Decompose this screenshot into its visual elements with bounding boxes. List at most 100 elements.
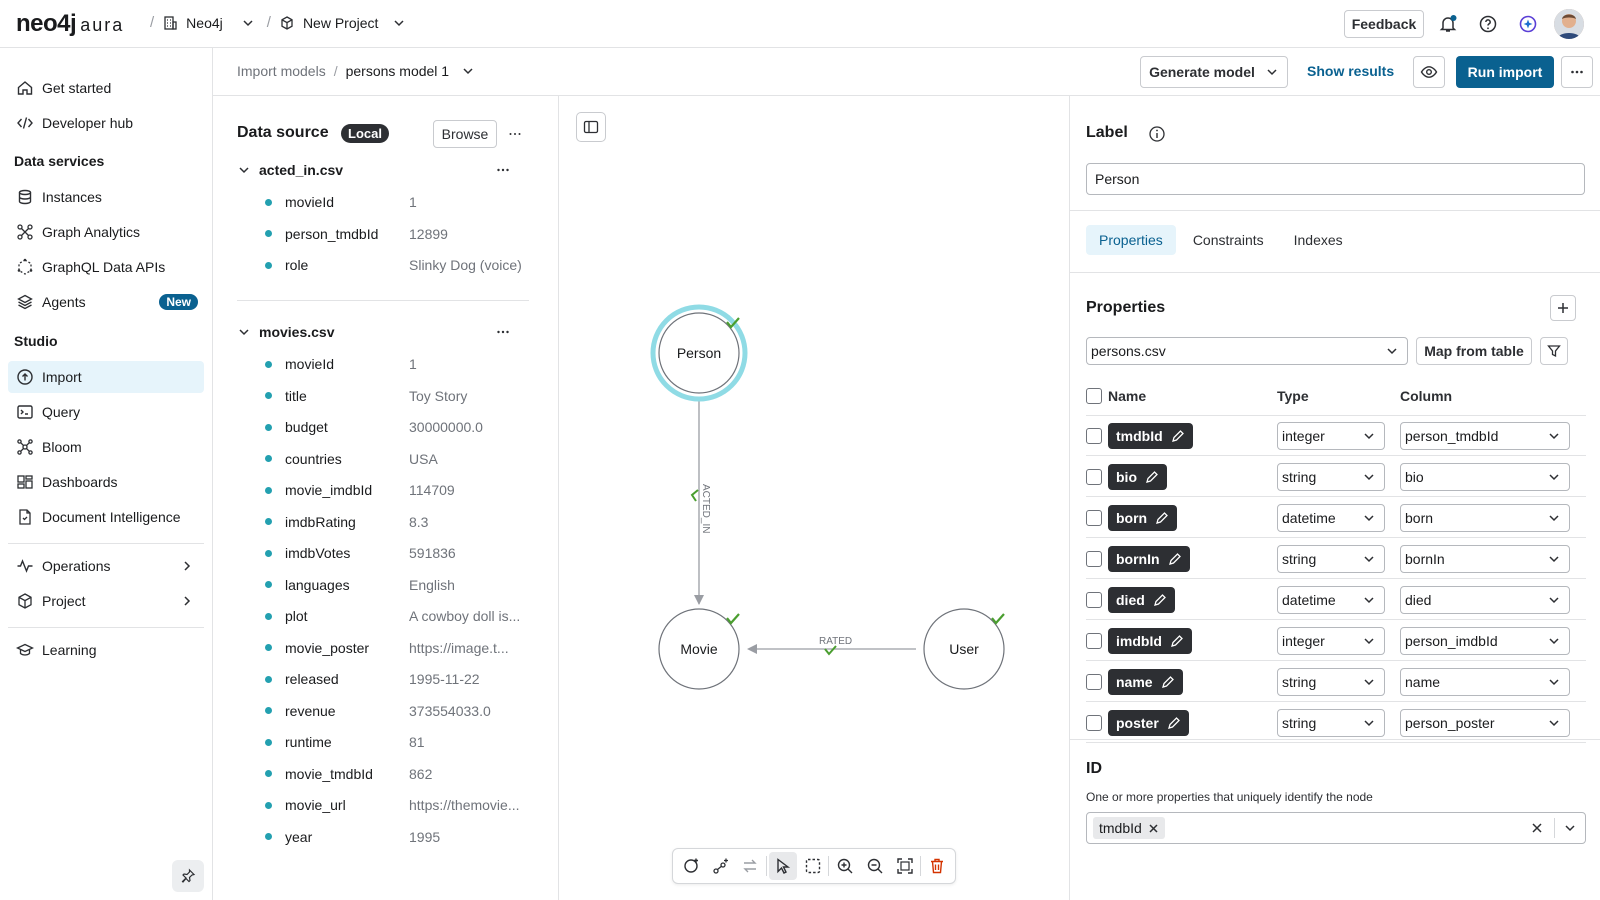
clear-icon[interactable]	[1531, 822, 1543, 834]
type-select[interactable]: string	[1277, 545, 1385, 573]
edit-pencil-icon[interactable]	[1170, 634, 1184, 648]
neo4j-aura-logo[interactable]: neo4j aura	[16, 10, 124, 38]
user-avatar[interactable]	[1554, 9, 1584, 39]
column-select[interactable]: name	[1400, 668, 1570, 696]
row-checkbox[interactable]	[1086, 551, 1102, 567]
info-icon[interactable]	[1148, 125, 1166, 143]
field-row[interactable]: role Slinky Dog (voice)	[265, 257, 522, 273]
edit-pencil-icon[interactable]	[1161, 675, 1175, 689]
edit-pencil-icon[interactable]	[1153, 593, 1167, 607]
type-select[interactable]: integer	[1277, 627, 1385, 655]
row-checkbox[interactable]	[1086, 633, 1102, 649]
field-row[interactable]: countries USA	[265, 451, 438, 467]
sidebar-item-document-intelligence[interactable]: Document Intelligence	[8, 501, 204, 533]
breadcrumb-current-model[interactable]: persons model 1	[346, 63, 450, 79]
show-results-button[interactable]: Show results	[1307, 63, 1394, 79]
sidebar-item-graphql[interactable]: GraphQL Data APIs	[8, 251, 204, 283]
column-select[interactable]: person_tmdbId	[1400, 422, 1570, 450]
id-select[interactable]: tmdbId	[1086, 812, 1586, 844]
sidebar-item-operations[interactable]: Operations	[8, 550, 204, 582]
zoom-out-button[interactable]	[861, 852, 889, 880]
edit-pencil-icon[interactable]	[1171, 429, 1185, 443]
column-select[interactable]: person_poster	[1400, 709, 1570, 737]
breadcrumb-import-models[interactable]: Import models	[237, 63, 326, 79]
sidebar-item-developer-hub[interactable]: Developer hub	[8, 107, 204, 139]
more-horizontal-icon[interactable]	[495, 162, 511, 178]
notifications-bell-icon[interactable]	[1436, 12, 1460, 36]
property-name-pill[interactable]: bio	[1108, 464, 1167, 490]
close-icon[interactable]	[1148, 823, 1159, 834]
sidebar-item-graph-analytics[interactable]: Graph Analytics	[8, 216, 204, 248]
field-row[interactable]: movieId 1	[265, 194, 417, 210]
sidebar-item-instances[interactable]: Instances	[8, 181, 204, 213]
sidebar-item-agents[interactable]: Agents New	[8, 286, 204, 318]
org-name[interactable]: Neo4j	[186, 15, 223, 31]
column-select[interactable]: bio	[1400, 463, 1570, 491]
type-select[interactable]: string	[1277, 709, 1385, 737]
run-import-button[interactable]: Run import	[1456, 56, 1554, 88]
field-row[interactable]: movie_url https://themovie...	[265, 797, 520, 813]
type-select[interactable]: string	[1277, 463, 1385, 491]
chevron-down-icon[interactable]	[1563, 821, 1577, 835]
chevron-down-icon[interactable]	[461, 64, 475, 78]
field-row[interactable]: person_tmdbId 12899	[265, 226, 448, 242]
type-select[interactable]: string	[1277, 668, 1385, 696]
select-tool-button[interactable]	[768, 852, 797, 880]
property-name-pill[interactable]: born	[1108, 505, 1178, 531]
feedback-button[interactable]: Feedback	[1344, 10, 1424, 38]
field-row[interactable]: budget 30000000.0	[265, 419, 483, 435]
property-name-pill[interactable]: poster	[1108, 710, 1189, 736]
pin-sidebar-button[interactable]	[172, 860, 204, 892]
field-row[interactable]: movie_tmdbId 862	[265, 766, 432, 782]
row-checkbox[interactable]	[1086, 469, 1102, 485]
file-select[interactable]: persons.csv	[1086, 337, 1408, 365]
chevron-down-icon[interactable]	[392, 16, 406, 30]
tab-properties[interactable]: Properties	[1086, 225, 1176, 255]
add-property-button[interactable]	[1550, 295, 1576, 321]
property-name-pill[interactable]: tmdbId	[1108, 423, 1193, 449]
field-row[interactable]: title Toy Story	[265, 388, 467, 404]
help-icon[interactable]	[1476, 12, 1500, 36]
sidebar-item-learning[interactable]: Learning	[8, 634, 204, 666]
edit-pencil-icon[interactable]	[1167, 716, 1181, 730]
sidebar-item-get-started[interactable]: Get started	[8, 72, 204, 104]
edit-pencil-icon[interactable]	[1155, 511, 1169, 525]
row-checkbox[interactable]	[1086, 715, 1102, 731]
fit-to-screen-button[interactable]	[891, 852, 919, 880]
sidebar-item-query[interactable]: Query	[8, 396, 204, 428]
field-row[interactable]: movie_imdbId 114709	[265, 482, 455, 498]
zoom-in-button[interactable]	[831, 852, 859, 880]
property-name-pill[interactable]: name	[1108, 669, 1183, 695]
sidebar-item-dashboards[interactable]: Dashboards	[8, 466, 204, 498]
generate-model-button[interactable]: Generate model	[1140, 56, 1288, 88]
type-select[interactable]: datetime	[1277, 504, 1385, 532]
edit-pencil-icon[interactable]	[1168, 552, 1182, 566]
property-name-pill[interactable]: imdbId	[1108, 628, 1192, 654]
field-row[interactable]: revenue 373554033.0	[265, 703, 491, 719]
type-select[interactable]: datetime	[1277, 586, 1385, 614]
property-name-pill[interactable]: died	[1108, 587, 1175, 613]
row-checkbox[interactable]	[1086, 592, 1102, 608]
more-options-button[interactable]	[1561, 56, 1593, 88]
browse-button[interactable]: Browse	[433, 120, 497, 148]
sidebar-item-project[interactable]: Project	[8, 585, 204, 617]
delete-button[interactable]	[923, 852, 951, 880]
field-row[interactable]: imdbVotes 591836	[265, 545, 456, 561]
chevron-down-icon[interactable]	[241, 16, 255, 30]
preview-button[interactable]	[1413, 56, 1445, 88]
add-relationship-button[interactable]	[707, 852, 735, 880]
file-movies[interactable]: movies.csv	[237, 324, 335, 340]
column-select[interactable]: bornIn	[1400, 545, 1570, 573]
field-row[interactable]: languages English	[265, 577, 455, 593]
project-name[interactable]: New Project	[303, 15, 378, 31]
label-input[interactable]	[1086, 163, 1585, 195]
field-row[interactable]: imdbRating 8.3	[265, 514, 428, 530]
row-checkbox[interactable]	[1086, 674, 1102, 690]
sidebar-item-bloom[interactable]: Bloom	[8, 431, 204, 463]
column-select[interactable]: died	[1400, 586, 1570, 614]
file-acted-in[interactable]: acted_in.csv	[237, 162, 343, 178]
filter-button[interactable]	[1540, 337, 1568, 365]
column-select[interactable]: born	[1400, 504, 1570, 532]
more-horizontal-icon[interactable]	[495, 324, 511, 340]
field-row[interactable]: runtime 81	[265, 734, 425, 750]
